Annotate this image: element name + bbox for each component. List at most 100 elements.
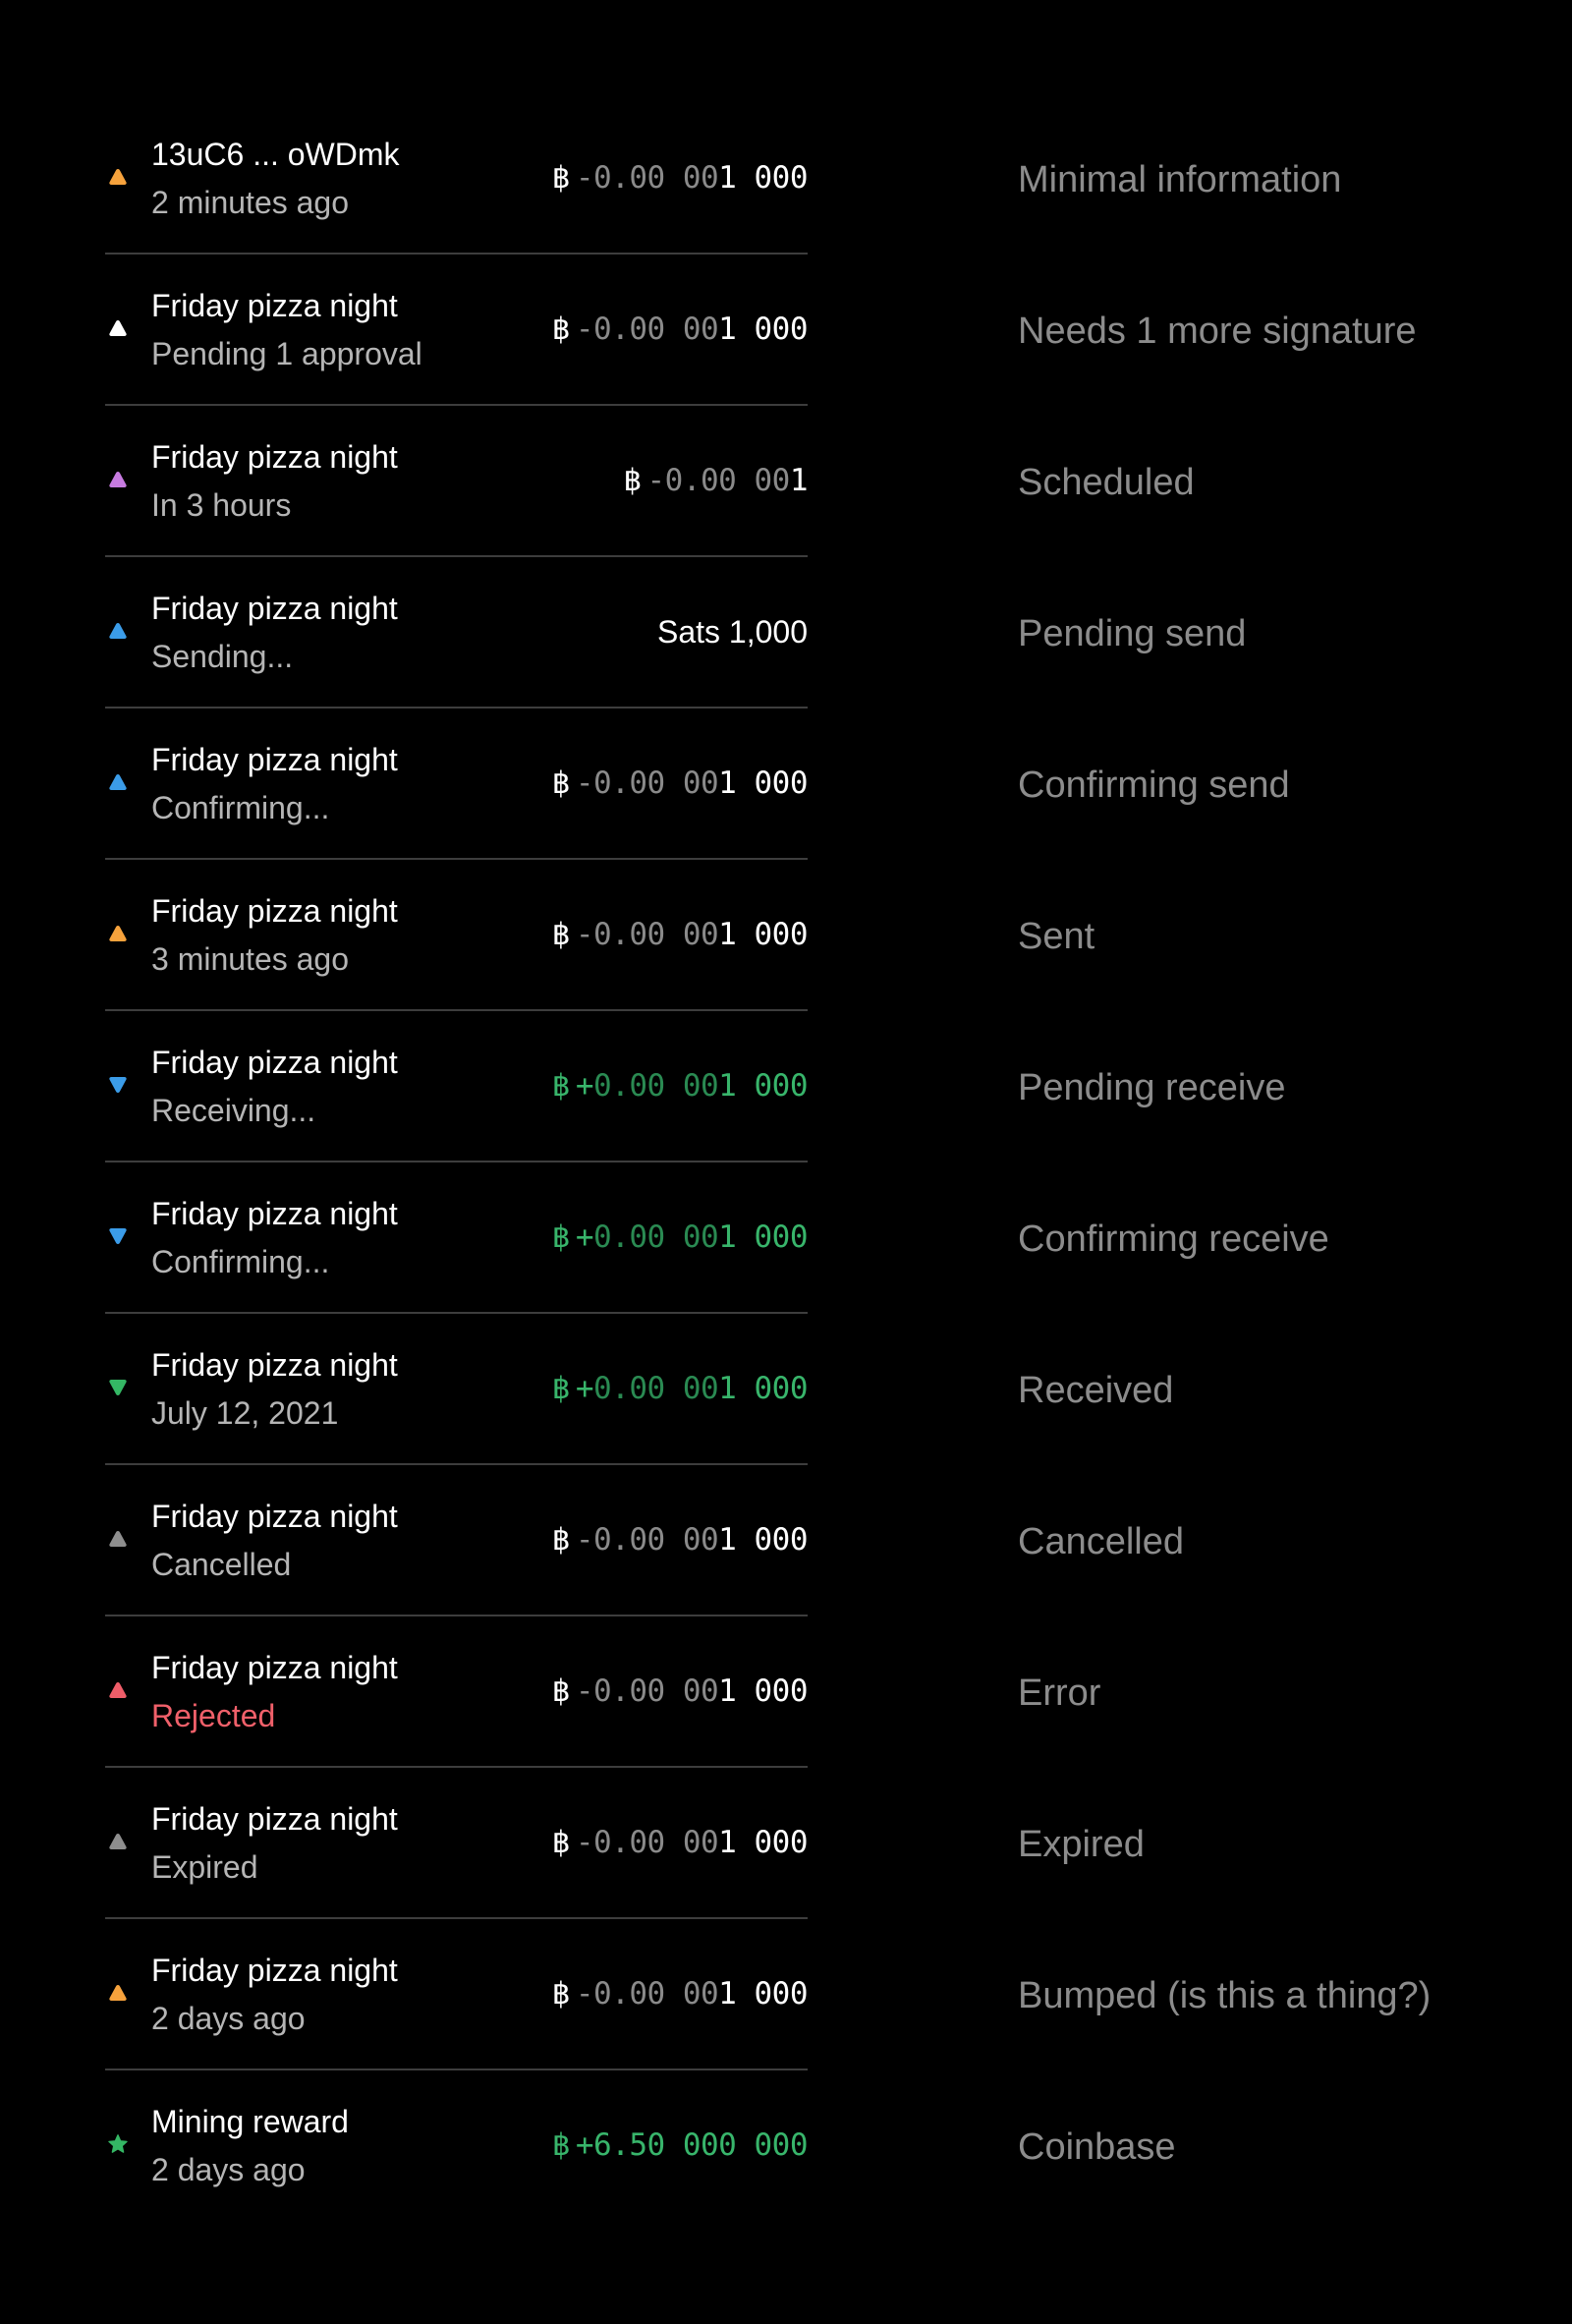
state-label-text: Coinbase <box>1018 2126 1176 2168</box>
state-label-text: Received <box>1018 1370 1174 1411</box>
amount-sign: - <box>575 312 594 347</box>
amount-leading-digits: 0.00 00 <box>593 1976 719 2012</box>
transaction-row[interactable]: Friday pizza night Expired ฿ -0.00 001 00… <box>105 1768 808 1919</box>
transaction-title: Friday pizza night <box>151 1196 398 1231</box>
transaction-row[interactable]: Friday pizza night Sending... Sats 1,000 <box>105 557 808 709</box>
send-arrow-icon <box>107 1831 129 1852</box>
transaction-amount: ฿ -0.00 001 <box>623 461 808 500</box>
send-arrow-icon <box>107 923 129 944</box>
amount-significant-digits: 1 000 <box>718 312 808 347</box>
amount-leading-digits: 0.00 00 <box>664 463 791 498</box>
transaction-subtitle: Sending... <box>151 639 294 674</box>
transaction-row[interactable]: Friday pizza night Cancelled ฿ -0.00 001 … <box>105 1465 808 1616</box>
bitcoin-symbol: ฿ <box>551 1068 571 1104</box>
amount-sign: - <box>575 160 594 196</box>
bitcoin-symbol: ฿ <box>551 2127 571 2163</box>
send-arrow-icon <box>107 166 129 188</box>
transaction-amount: ฿ +6.50 000 000 <box>551 2126 809 2165</box>
send-arrow-icon <box>107 317 129 339</box>
transaction-title: Friday pizza night <box>151 1801 398 1837</box>
state-label-text: Error <box>1018 1672 1101 1714</box>
send-arrow-icon <box>107 620 129 642</box>
send-arrow-icon <box>107 1982 129 2004</box>
transaction-amount: ฿ +0.00 001 000 <box>551 1369 809 1408</box>
bitcoin-symbol: ฿ <box>551 1219 571 1255</box>
amount-significant-digits: 1 000 <box>718 1522 808 1558</box>
transaction-subtitle: 2 days ago <box>151 2152 306 2187</box>
state-label-text: Expired <box>1018 1824 1145 1865</box>
state-label: Pending send <box>1018 557 1548 709</box>
transaction-row[interactable]: Friday pizza night 2 days ago ฿ -0.00 001… <box>105 1919 808 2070</box>
amount-sign: + <box>575 2127 594 2163</box>
amount-leading-digits: 0.00 00 <box>593 1522 719 1558</box>
amount-significant-digits: 1 000 <box>718 1068 808 1104</box>
transaction-row[interactable]: Friday pizza night Rejected ฿ -0.00 001 0… <box>105 1616 808 1768</box>
amount-significant-digits: 1 <box>789 463 809 498</box>
transaction-subtitle: Confirming... <box>151 790 330 825</box>
amount-significant-digits: 1 000 <box>718 160 808 196</box>
transaction-row[interactable]: Friday pizza night Confirming... ฿ +0.00 … <box>105 1162 808 1314</box>
amount-significant-digits: 1 000 <box>718 1825 808 1860</box>
transaction-title: Mining reward <box>151 2104 349 2139</box>
amount-leading-digits: 0.00 00 <box>593 1219 719 1255</box>
amount-leading-digits: 0.00 00 <box>593 160 719 196</box>
transaction-row[interactable]: 13uC6 ... oWDmk 2 minutes ago ฿ -0.00 001… <box>105 103 808 255</box>
receive-arrow-icon <box>107 1225 129 1247</box>
state-label: Minimal information <box>1018 103 1548 255</box>
state-label: Error <box>1018 1616 1548 1768</box>
send-arrow-icon <box>107 1528 129 1550</box>
amount-significant-digits: 1 000 <box>718 1371 808 1406</box>
transaction-row[interactable]: Friday pizza night 3 minutes ago ฿ -0.00 … <box>105 860 808 1011</box>
bitcoin-symbol: ฿ <box>551 1522 571 1558</box>
amount-sign: - <box>575 765 594 801</box>
transaction-row[interactable]: Friday pizza night July 12, 2021 ฿ +0.00 … <box>105 1314 808 1465</box>
bitcoin-symbol: ฿ <box>551 1371 571 1406</box>
transaction-row[interactable]: Mining reward 2 days ago ฿ +6.50 000 000 <box>105 2070 808 2222</box>
amount-leading-digits: 0.00 00 <box>593 1673 719 1709</box>
transaction-subtitle: Pending 1 approval <box>151 336 422 371</box>
state-label: Received <box>1018 1314 1548 1465</box>
transaction-subtitle: 3 minutes ago <box>151 941 350 977</box>
state-label: Sent <box>1018 860 1548 1011</box>
send-arrow-icon <box>107 771 129 793</box>
transaction-subtitle: 2 days ago <box>151 2001 306 2036</box>
state-label-text: Needs 1 more signature <box>1018 311 1417 352</box>
transaction-row[interactable]: Friday pizza night Confirming... ฿ -0.00 … <box>105 709 808 860</box>
transaction-title: Friday pizza night <box>151 591 398 626</box>
state-label-text: Confirming send <box>1018 765 1290 806</box>
transaction-subtitle: Confirming... <box>151 1244 330 1279</box>
bitcoin-symbol: ฿ <box>551 1976 571 2012</box>
amount-significant-digits: 1 000 <box>718 1673 808 1709</box>
transaction-title: Friday pizza night <box>151 1045 398 1080</box>
transaction-row[interactable]: Friday pizza night In 3 hours ฿ -0.00 001 <box>105 406 809 557</box>
amount-sign: - <box>646 463 666 498</box>
amount-leading-digits: 0.00 00 <box>593 1825 719 1860</box>
receive-arrow-icon <box>107 1377 129 1398</box>
state-label-text: Minimal information <box>1018 159 1342 200</box>
state-label: Pending receive <box>1018 1011 1548 1162</box>
bitcoin-symbol: ฿ <box>551 765 571 801</box>
transaction-row[interactable]: Friday pizza night Pending 1 approval ฿ -… <box>105 255 808 406</box>
state-label: Expired <box>1018 1768 1548 1919</box>
transaction-amount: ฿ -0.00 001 000 <box>551 1974 809 2013</box>
state-label: Cancelled <box>1018 1465 1548 1616</box>
amount-sign: - <box>575 1522 594 1558</box>
transaction-subtitle: 2 minutes ago <box>151 185 350 220</box>
transaction-subtitle: Expired <box>151 1849 258 1885</box>
transaction-title: 13uC6 ... oWDmk <box>151 137 400 172</box>
transaction-subtitle: Cancelled <box>151 1547 292 1582</box>
transaction-title: Friday pizza night <box>151 288 398 323</box>
amount-sign: + <box>575 1371 594 1406</box>
state-label: Coinbase <box>1018 2070 1548 2222</box>
bitcoin-symbol: ฿ <box>551 1825 571 1860</box>
send-arrow-icon <box>107 1679 129 1701</box>
state-label: Confirming send <box>1018 709 1548 860</box>
bitcoin-symbol: ฿ <box>623 463 642 498</box>
amount-sign: - <box>575 917 594 952</box>
state-label-text: Scheduled <box>1018 462 1195 503</box>
transaction-title: Friday pizza night <box>151 1499 398 1534</box>
send-arrow-icon <box>107 469 129 490</box>
transaction-row[interactable]: Friday pizza night Receiving... ฿ +0.00 0… <box>105 1011 808 1162</box>
state-label: Bumped (is this a thing?) <box>1018 1919 1548 2070</box>
state-labels-column: Minimal information Needs 1 more signatu… <box>1018 103 1548 2222</box>
